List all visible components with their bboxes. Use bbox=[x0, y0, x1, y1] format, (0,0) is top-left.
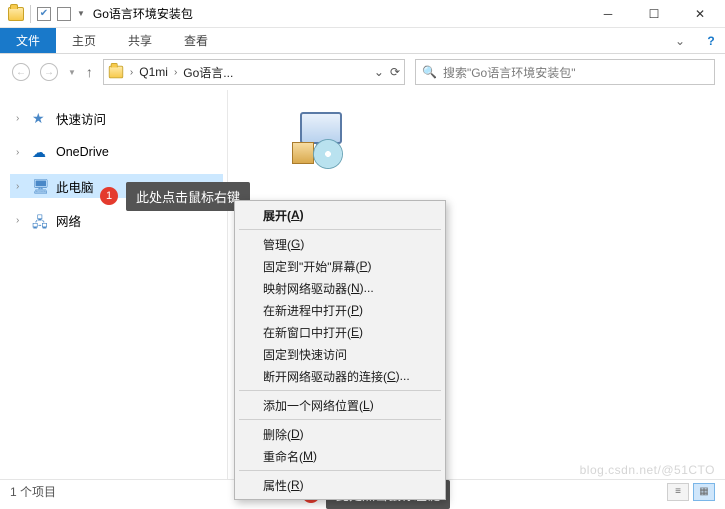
crumb-0[interactable]: Q1mi bbox=[139, 65, 168, 79]
address-folder-icon bbox=[109, 66, 123, 79]
history-dropdown[interactable]: ▼ bbox=[68, 68, 76, 77]
qat-customize-chevron[interactable]: ▼ bbox=[77, 9, 85, 18]
annotation-tip-1: 此处点击鼠标右键 bbox=[126, 182, 250, 211]
qat-separator bbox=[30, 5, 31, 23]
minimize-button[interactable] bbox=[585, 0, 631, 28]
tree-label: 网络 bbox=[56, 211, 81, 230]
expand-chevron-icon[interactable]: › bbox=[16, 181, 26, 192]
context-menu-item[interactable]: 属性(R) bbox=[237, 474, 443, 496]
crumb-1[interactable]: Go语言... bbox=[183, 64, 233, 81]
view-switcher: ≡ ▦ bbox=[667, 483, 715, 501]
search-icon: 🔍 bbox=[422, 65, 437, 79]
crumb-sep[interactable]: › bbox=[174, 67, 177, 78]
network-icon: 🖧 bbox=[32, 212, 50, 228]
cloud-icon: ☁ bbox=[32, 144, 50, 160]
ribbon-tab-share[interactable]: 共享 bbox=[112, 28, 168, 53]
maximize-button[interactable] bbox=[631, 0, 677, 28]
window-title: Go语言环境安装包 bbox=[93, 5, 193, 22]
address-dropdown-icon[interactable]: ⌄ bbox=[374, 65, 384, 79]
folder-icon bbox=[8, 7, 24, 21]
ribbon: 文件 主页 共享 查看 ⌄ ? bbox=[0, 28, 725, 54]
annotation-badge-1: 1 bbox=[100, 187, 118, 205]
titlebar: ✔ ▼ Go语言环境安装包 bbox=[0, 0, 725, 28]
refresh-icon[interactable]: ⟳ bbox=[390, 65, 400, 79]
ribbon-tab-view[interactable]: 查看 bbox=[168, 28, 224, 53]
context-menu-item[interactable]: 管理(G) bbox=[237, 233, 443, 255]
address-bar[interactable]: › Q1mi › Go语言... ⌄ ⟳ bbox=[103, 59, 405, 85]
view-large-button[interactable]: ▦ bbox=[693, 483, 715, 501]
search-placeholder: 搜索"Go语言环境安装包" bbox=[443, 64, 576, 81]
ribbon-file-tab[interactable]: 文件 bbox=[0, 28, 56, 53]
context-menu-item[interactable]: 固定到"开始"屏幕(P) bbox=[237, 255, 443, 277]
up-button[interactable]: ↑ bbox=[86, 64, 93, 80]
ribbon-expand-chevron[interactable]: ⌄ bbox=[663, 28, 697, 53]
context-menu-item[interactable]: 删除(D) bbox=[237, 423, 443, 445]
tree-label: OneDrive bbox=[56, 145, 109, 159]
context-menu-item[interactable]: 固定到快速访问 bbox=[237, 343, 443, 365]
expand-chevron-icon[interactable]: › bbox=[16, 215, 26, 226]
nav-row: ← → ▼ ↑ › Q1mi › Go语言... ⌄ ⟳ 🔍 搜索"Go语言环境… bbox=[0, 54, 725, 90]
tree-label: 此电脑 bbox=[56, 177, 94, 196]
view-details-button[interactable]: ≡ bbox=[667, 483, 689, 501]
tree-item-onedrive[interactable]: › ☁ OneDrive bbox=[10, 140, 223, 164]
forward-button[interactable]: → bbox=[40, 63, 58, 81]
ribbon-tab-home[interactable]: 主页 bbox=[56, 28, 112, 53]
context-menu-item[interactable]: 添加一个网络位置(L) bbox=[237, 394, 443, 416]
status-item-count: 1 个项目 bbox=[10, 483, 56, 500]
nav-tree: › ★ 快速访问 › ☁ OneDrive › 🖥 此电脑 › 🖧 网络 bbox=[0, 90, 228, 479]
pc-icon: 🖥 bbox=[32, 178, 50, 194]
close-button[interactable] bbox=[677, 0, 723, 28]
tree-item-quickaccess[interactable]: › ★ 快速访问 bbox=[10, 106, 223, 130]
expand-chevron-icon[interactable]: › bbox=[16, 113, 26, 124]
context-menu-item[interactable]: 在新进程中打开(P) bbox=[237, 299, 443, 321]
expand-chevron-icon[interactable]: › bbox=[16, 147, 26, 158]
address-end: ⌄ ⟳ bbox=[374, 65, 400, 79]
star-icon: ★ bbox=[32, 110, 50, 126]
qat-newfolder-checkbox[interactable] bbox=[57, 7, 71, 21]
qat-properties-checkbox[interactable]: ✔ bbox=[37, 7, 51, 21]
quick-access-toolbar: ✔ ▼ bbox=[2, 5, 85, 23]
installer-file-item[interactable] bbox=[290, 108, 354, 172]
tree-item-network[interactable]: › 🖧 网络 bbox=[10, 208, 223, 232]
nav-buttons: ← → ▼ ↑ bbox=[12, 63, 93, 81]
window-controls bbox=[585, 0, 723, 28]
tree-label: 快速访问 bbox=[56, 109, 106, 128]
context-menu-item[interactable]: 断开网络驱动器的连接(C)... bbox=[237, 365, 443, 387]
context-menu-item[interactable]: 展开(A) bbox=[237, 204, 443, 226]
context-menu-item[interactable]: 在新窗口中打开(E) bbox=[237, 321, 443, 343]
context-menu: 展开(A) 管理(G)固定到"开始"屏幕(P)映射网络驱动器(N)...在新进程中… bbox=[234, 200, 446, 500]
context-menu-item[interactable]: 映射网络驱动器(N)... bbox=[237, 277, 443, 299]
context-menu-item[interactable]: 重命名(M) bbox=[237, 445, 443, 467]
crumb-sep[interactable]: › bbox=[130, 67, 133, 78]
back-button[interactable]: ← bbox=[12, 63, 30, 81]
help-button[interactable]: ? bbox=[697, 28, 725, 53]
search-box[interactable]: 🔍 搜索"Go语言环境安装包" bbox=[415, 59, 715, 85]
installer-icon bbox=[300, 112, 342, 144]
